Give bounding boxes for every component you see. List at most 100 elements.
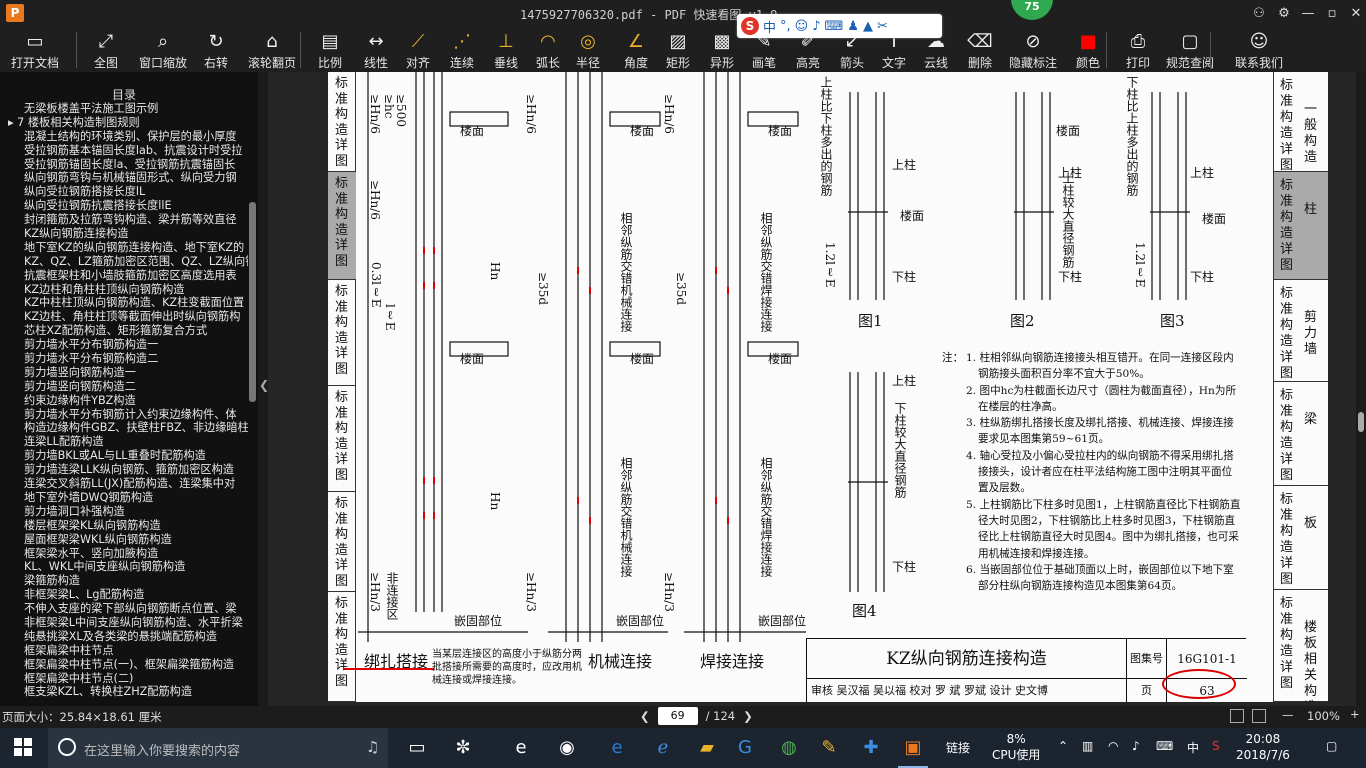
toc-item[interactable]: 芯柱XZ配筋构造、矩形箍筋复合方式 [0,324,248,338]
toc-item[interactable]: 剪力墙水平分布钢筋计入约束边缘构件、体 [0,408,248,422]
links-toolbar[interactable]: 链接 [946,739,970,756]
cpu-meter[interactable]: 8% CPU使用 [992,731,1040,763]
shirt-icon[interactable]: ▲ [863,19,873,34]
ime-indicator[interactable]: 中 [1187,739,1199,756]
file-explorer-icon[interactable]: ▰ [692,734,722,762]
sidebar-scrollbar-thumb[interactable] [249,202,256,402]
toc-item[interactable]: 连梁交叉斜筋LL(JX)配筋构造、连梁集中对 [0,477,248,491]
toc-item[interactable]: 剪力墙连梁LLK纵向钢筋、箍筋加密区构造 [0,463,248,477]
toc-item[interactable]: 混凝土结构的环境类别、保护层的最小厚度 [0,130,248,144]
ime-toolbar[interactable]: S 中 °, ☺ ♪ ⌨ ♟ ▲ ✂ [737,14,942,38]
toc-item[interactable]: 剪力墙竖向钢筋构造一 [0,366,248,380]
toc-item[interactable]: KZ、QZ、LZ箍筋加密区范围、QZ、LZ纵向钢 [0,255,248,269]
toc-item[interactable]: ▸ 7 楼板相关构造制图规则 [0,116,248,130]
toolbar-print-button[interactable]: ⎙ 打印 [1118,28,1158,72]
keyboard-icon[interactable]: ⌨ [825,19,844,34]
wifi-icon[interactable]: ◠ [1108,739,1118,753]
taskbar-search[interactable]: 在这里输入你要搜索的内容 ♫ [48,728,388,768]
next-page-button[interactable]: ❯ [743,709,753,723]
sogou-tray-icon[interactable]: S [1212,739,1220,753]
toc-item[interactable]: 剪力墙水平分布钢筋构造二 [0,352,248,366]
sogou-icon[interactable]: S [741,17,759,35]
toc-item[interactable]: KZ中柱柱顶纵向钢筋构造、KZ柱变截面位置 [0,296,248,310]
toolbar-perpendicular-button[interactable]: ⊥ 垂线 [486,28,526,72]
red-circle-annotation[interactable] [1162,669,1236,699]
toc-item[interactable]: 非框架梁L中间支座纵向钢筋构造、水平折梁 [0,616,248,630]
toolbar-angle-button[interactable]: ∠ 角度 [616,28,656,72]
360-icon[interactable]: ◍ [774,734,804,762]
toolbar-align-button[interactable]: ⟋ 对齐 [398,28,438,72]
keyboard-icon[interactable]: ⌨ [1156,739,1173,753]
red-underline-annotation[interactable] [344,668,434,670]
edge-icon[interactable]: e [602,734,632,762]
toc-item[interactable]: 封闭箍筋及拉筋弯钩构造、梁并筋等效直径 [0,213,248,227]
document-scrollbar[interactable] [1356,72,1366,706]
toc-item[interactable]: 纵向钢筋弯钩与机械锚固形式、纵向受力钢 [0,171,248,185]
toc-item[interactable]: 受拉钢筋锚固长度la、受拉钢筋抗震锚固长 [0,158,248,172]
toolbar-mouse-button[interactable]: ⌂ 滚轮翻页 [244,28,300,72]
right-section-tab[interactable]: 标准构造详图 剪力墙 [1274,280,1328,382]
toc-item[interactable]: 抗震框架柱和小墙肢箍筋加密区高度选用表 [0,269,248,283]
toc-item[interactable]: 受拉钢筋基本锚固长度lab、抗震设计时受拉 [0,144,248,158]
browser-icon[interactable]: ◉ [552,734,582,762]
toc-item[interactable]: 剪力墙洞口补强构造 [0,505,248,519]
user-icon[interactable]: ⚇ [1249,4,1269,24]
toolbar-rectangle-button[interactable]: ▨ 矩形 [658,28,698,72]
pinwheel-app-icon[interactable]: ✼ [448,734,478,762]
toolbar-color-button[interactable]: ■ 颜色 [1068,28,1108,72]
right-section-tab[interactable]: 标准构造详图楼板相关构造 [1274,590,1328,702]
tray-expand-icon[interactable]: ⌃ [1058,739,1068,753]
toc-item[interactable]: 纵向受拉钢筋抗震搭接长度llE [0,199,248,213]
ie-icon[interactable]: e [506,734,536,762]
skin-icon[interactable]: ♟ [847,19,859,34]
expand-arrow-icon[interactable]: ▸ [8,116,17,129]
toolbar-rotate-button[interactable]: ↻ 右转 [196,28,236,72]
minimize-button[interactable]: — [1298,4,1318,24]
toc-item[interactable]: KZ边柱和角柱柱顶纵向钢筋构造 [0,283,248,297]
toc-item[interactable]: 框架扁梁中柱节点(一)、框架扁梁箍筋构造 [0,658,248,672]
toc-item[interactable]: 框架扁梁中柱节点(二) [0,672,248,686]
toolbar-hide-button[interactable]: ⊘ 隐藏标注 [1004,28,1062,72]
toc-item[interactable]: KL、WKL中间支座纵向钢筋构造 [0,560,248,574]
toolbar-contact-button[interactable]: ☺ 联系我们 [1228,28,1290,72]
toc-item[interactable]: 屋面框架梁WKL纵向钢筋构造 [0,533,248,547]
emoji-icon[interactable]: ☺ [795,19,809,34]
windows-start-icon[interactable] [14,738,32,756]
toc-item[interactable]: 地下室外墙DWQ钢筋构造 [0,491,248,505]
feiq-icon[interactable]: ✚ [856,734,886,762]
toolbar-arc-button[interactable]: ◠ 弧长 [528,28,568,72]
toolbar-folder-button[interactable]: ▭ 打开文档 [4,28,66,72]
sogou-browser-icon[interactable]: G [730,734,760,762]
settings-icon[interactable]: ⚙ [1274,4,1294,24]
tools-icon[interactable]: ✂ [877,19,888,34]
toc-item[interactable]: 连梁LL配筋构造 [0,435,248,449]
right-section-tab[interactable]: 标准构造详图板 [1274,486,1328,590]
maximize-button[interactable]: ▫ [1322,4,1342,24]
toolbar-polygon-button[interactable]: ▩ 异形 [702,28,742,72]
microphone-icon[interactable]: ♫ [366,738,379,756]
sidebar-collapse-button[interactable]: ❮ [258,72,269,706]
toc-item[interactable]: 剪力墙BKL或AL与LL重叠时配筋构造 [0,449,248,463]
toolbar-zoom-button[interactable]: ⌕ 窗口缩放 [134,28,192,72]
notepad-icon[interactable]: ✎ [814,734,844,762]
ime-language[interactable]: 中 [763,17,776,36]
toc-item[interactable]: 楼层框架梁KL纵向钢筋构造 [0,519,248,533]
zoom-level[interactable]: 100% [1307,709,1340,723]
volume-icon[interactable]: ♪ [1132,739,1140,753]
right-section-tab[interactable]: 标准构造详图 一般构造 [1274,72,1328,173]
zoom-out-button[interactable]: — [1282,708,1294,722]
toc-item[interactable]: 纵向受拉钢筋搭接长度lL [0,185,248,199]
voice-icon[interactable]: ♪ [812,19,820,34]
toc-item[interactable]: 纯悬挑梁XL及各类梁的悬挑端配筋构造 [0,630,248,644]
toc-item[interactable]: 梁箍筋构造 [0,574,248,588]
notification-icon[interactable]: ▢ [1326,739,1337,753]
continuous-view-icon[interactable] [1252,709,1266,723]
task-view-icon[interactable]: ▭ [402,734,432,762]
toc-item[interactable]: 约束边缘构件YBZ构造 [0,394,248,408]
network-icon[interactable]: ▥ [1082,739,1093,753]
toc-item[interactable]: 非框架梁L、Lg配筋构造 [0,588,248,602]
performance-badge[interactable]: 75 [1011,0,1053,20]
current-page-input[interactable]: 69 [657,707,698,725]
prev-page-button[interactable]: ❮ [640,709,650,723]
toolbar-fit-button[interactable]: ⤢ 全图 [86,28,126,72]
